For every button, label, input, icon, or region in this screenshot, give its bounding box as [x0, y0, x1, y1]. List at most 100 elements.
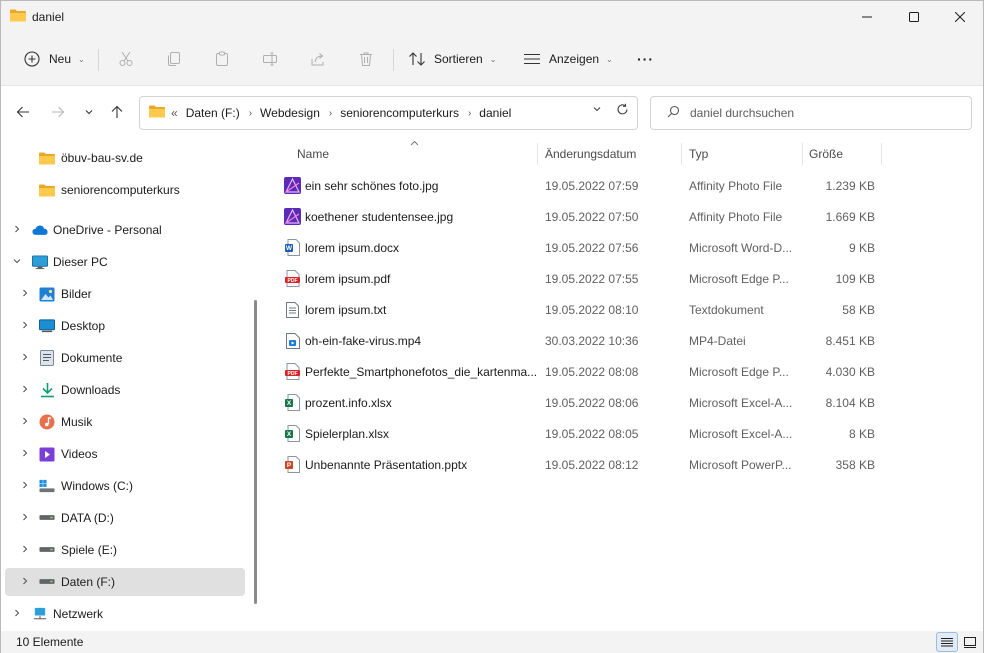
rename-button[interactable]	[261, 37, 279, 81]
chevron-right-icon[interactable]	[19, 384, 31, 397]
up-button[interactable]	[105, 100, 129, 124]
nav-item[interactable]: Desktop	[5, 312, 245, 340]
file-row[interactable]: PDF Perfekte_Smartphonefotos_die_kartenma…	[279, 356, 875, 387]
more-options-button[interactable]: ···	[637, 37, 654, 81]
chevron-right-icon[interactable]	[19, 576, 31, 589]
breadcrumb-item[interactable]: daniel	[479, 106, 511, 120]
nav-item[interactable]: Dieser PC	[5, 248, 245, 276]
breadcrumb-item[interactable]: seniorencomputerkurs	[340, 106, 459, 120]
file-name: koethener studentensee.jpg	[305, 209, 454, 224]
new-button[interactable]: Neu ⌄	[23, 37, 85, 81]
breadcrumb-overflow[interactable]: «	[171, 106, 178, 120]
chevron-right-icon[interactable]	[11, 224, 23, 237]
nav-item[interactable]: OneDrive - Personal	[5, 216, 245, 244]
file-row[interactable]: Wlorem ipsum.docx 19.05.2022 07:56 Microso…	[279, 232, 875, 263]
nav-item[interactable]: DATA (D:)	[5, 504, 245, 532]
cut-button[interactable]	[117, 37, 135, 81]
column-header-name[interactable]: Name	[297, 141, 329, 167]
maximize-button[interactable]	[891, 1, 937, 33]
arrow-right-icon	[52, 106, 65, 118]
file-row[interactable]: X Spielerplan.xlsx 19.05.2022 08:05 Microso…	[279, 418, 875, 449]
chevron-right-icon[interactable]	[19, 320, 31, 333]
nav-item-label: Spiele (E:)	[61, 543, 118, 557]
navigation-pane-scrollbar[interactable]	[254, 300, 257, 604]
share-button[interactable]	[309, 37, 327, 81]
chevron-right-icon[interactable]	[19, 448, 31, 461]
search-box[interactable]	[650, 96, 972, 130]
nav-item[interactable]: Videos	[5, 440, 245, 468]
nav-item[interactable]: seniorencomputerkurs	[5, 176, 245, 204]
column-divider[interactable]	[537, 143, 538, 165]
file-type: Microsoft Excel-A...	[689, 426, 793, 441]
column-header-size[interactable]: Größe	[809, 141, 843, 167]
nav-item[interactable]: Netzwerk	[5, 600, 245, 628]
chevron-right-icon[interactable]: ›	[249, 108, 252, 119]
breadcrumb-item[interactable]: Daten (F:)	[186, 106, 240, 120]
paste-button[interactable]	[213, 37, 231, 81]
affinity-photo-icon	[284, 177, 301, 194]
column-header-date[interactable]: Änderungsdatum	[545, 141, 636, 167]
file-row[interactable]: PDF lorem ipsum.pdf 19.05.2022 07:55 Micros…	[279, 263, 875, 294]
file-row[interactable]: koethener studentensee.jpg 19.05.2022 07:…	[279, 201, 875, 232]
sort-button[interactable]: Sortieren ⌄	[408, 37, 496, 81]
chevron-right-icon[interactable]: ›	[329, 108, 332, 119]
details-view-button[interactable]	[936, 632, 958, 652]
nav-item-label: Dieser PC	[53, 255, 108, 269]
column-divider[interactable]	[681, 143, 682, 165]
nav-item[interactable]: Bilder	[5, 280, 245, 308]
minimize-button[interactable]	[844, 1, 890, 33]
pdf-icon: PDF	[284, 363, 301, 380]
chevron-right-icon[interactable]	[19, 352, 31, 365]
chevron-right-icon[interactable]	[19, 288, 31, 301]
chevron-right-icon[interactable]	[11, 608, 23, 621]
command-bar: Neu ⌄ Sortieren ⌄ Anzeigen ⌄ ···	[1, 37, 983, 81]
refresh-button[interactable]	[616, 103, 629, 119]
forward-button[interactable]	[46, 100, 70, 124]
column-divider[interactable]	[881, 143, 882, 165]
back-button[interactable]	[11, 100, 35, 124]
recent-locations-button[interactable]	[77, 100, 101, 124]
powerpoint-icon: P	[284, 456, 301, 473]
nav-item[interactable]: Musik	[5, 408, 245, 436]
nav-item[interactable]: Daten (F:)	[5, 568, 245, 596]
column-divider[interactable]	[802, 143, 803, 165]
nav-item[interactable]: Windows (C:)	[5, 472, 245, 500]
copy-button[interactable]	[165, 37, 183, 81]
file-type: Microsoft Excel-A...	[689, 395, 793, 410]
content-area: öbuv-bau-sv.de seniorencomputerkurs OneDri…	[1, 138, 983, 631]
nav-item[interactable]: Dokumente	[5, 344, 245, 372]
address-bar[interactable]: « Daten (F:) › Webdesign › seniorencompu…	[139, 96, 638, 130]
file-size: 8.104 KB	[825, 395, 875, 410]
onedrive-icon	[32, 222, 48, 238]
file-row[interactable]: Xprozent.info.xlsx 19.05.2022 08:06 Micros…	[279, 387, 875, 418]
delete-button[interactable]	[357, 37, 375, 81]
chevron-right-icon[interactable]	[19, 480, 31, 493]
chevron-right-icon[interactable]	[19, 512, 31, 525]
view-button[interactable]: Anzeigen ⌄	[523, 37, 613, 81]
chevron-right-icon[interactable]	[19, 544, 31, 557]
new-button-label: Neu	[49, 52, 72, 66]
column-header-type[interactable]: Typ	[689, 141, 708, 167]
breadcrumb-item[interactable]: Webdesign	[260, 106, 320, 120]
rename-icon	[261, 50, 279, 68]
pc-icon	[32, 254, 48, 270]
address-history-dropdown[interactable]	[592, 103, 602, 119]
chevron-down-icon[interactable]	[11, 256, 23, 269]
file-size: 9 KB	[848, 240, 875, 255]
nav-item[interactable]: öbuv-bau-sv.de	[5, 144, 245, 172]
file-row[interactable]: ein sehr schönes foto.jpg 19.05.2022 07:5…	[279, 170, 875, 201]
nav-item-label: öbuv-bau-sv.de	[61, 151, 143, 165]
file-row[interactable]: oh-ein-fake-virus.mp4 30.03.2022 10:36 MP4…	[279, 325, 875, 356]
file-row[interactable]: P Unbenannte Präsentation.pptx 19.05.2022 …	[279, 449, 875, 480]
large-icons-view-button[interactable]	[959, 632, 981, 652]
nav-item[interactable]: Downloads	[5, 376, 245, 404]
chevron-right-icon[interactable]: ›	[468, 108, 471, 119]
search-input[interactable]	[690, 106, 950, 120]
file-row[interactable]: lorem ipsum.txt 19.05.2022 08:10 Textdokum…	[279, 294, 875, 325]
chevron-right-icon[interactable]	[19, 416, 31, 429]
nav-item[interactable]: Spiele (E:)	[5, 536, 245, 564]
svg-text:W: W	[286, 245, 293, 252]
close-button[interactable]	[937, 1, 983, 33]
file-date: 19.05.2022 07:56	[545, 240, 639, 255]
file-size: 4.030 KB	[825, 364, 875, 379]
